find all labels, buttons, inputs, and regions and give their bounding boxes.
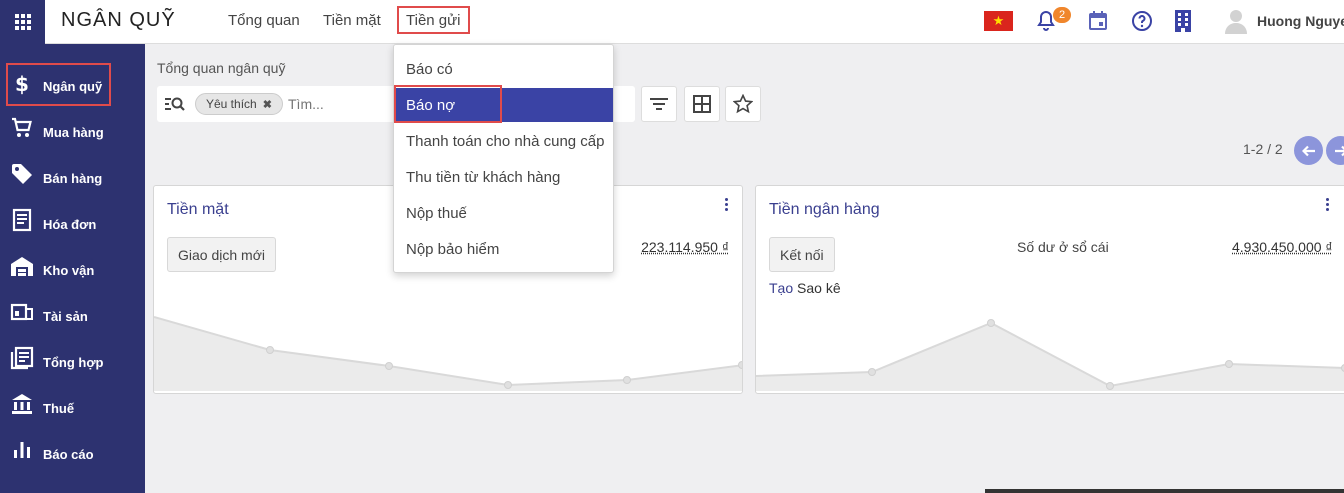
- asset-icon: [10, 300, 34, 324]
- facet-label: Yêu thích: [206, 97, 257, 111]
- dropdown-item-thanh-toan-ncc[interactable]: Thanh toán cho nhà cung cấp: [394, 124, 613, 158]
- card-title[interactable]: Tiền ngân hàng: [769, 201, 880, 219]
- user-name[interactable]: Huong Nguyen: [1257, 13, 1344, 29]
- create-statement: Tạo Sao kê: [769, 280, 841, 296]
- sidebar-item-kho-van[interactable]: Kho vận: [0, 250, 145, 290]
- chart-icon: [10, 438, 34, 462]
- sidebar-item-label: Hóa đơn: [43, 217, 96, 232]
- cart-icon: [10, 116, 34, 140]
- sidebar-item-tong-hop[interactable]: Tổng hợp: [0, 342, 145, 382]
- group-by-button[interactable]: [684, 86, 720, 122]
- create-statement-link[interactable]: Tạo: [769, 280, 793, 296]
- sidebar-item-label: Thuế: [43, 401, 74, 416]
- company-building-icon[interactable]: [1171, 9, 1195, 33]
- grid-icon: [692, 94, 712, 114]
- ledger-icon: [10, 346, 34, 370]
- apps-grid-icon: [15, 14, 31, 30]
- favorite-filter-facet: Yêu thích ✖: [195, 93, 283, 115]
- filter-icon: [649, 96, 669, 112]
- dropdown-item-thu-tien-kh[interactable]: Thu tiền từ khách hàng: [394, 160, 613, 194]
- pager-previous-button[interactable]: [1294, 136, 1323, 165]
- flag-star-icon: ★: [993, 13, 1005, 29]
- tag-icon: [10, 162, 34, 186]
- sidebar-item-mua-hang[interactable]: Mua hàng: [0, 112, 145, 152]
- arrow-right-icon: [1334, 144, 1344, 158]
- top-navbar: NGÂN QUỸ Tổng quan Tiền mặt Tiền gửi ★ 2…: [0, 0, 1344, 44]
- menu-tong-quan[interactable]: Tổng quan: [228, 12, 300, 29]
- favorites-button[interactable]: [725, 86, 761, 122]
- search-input[interactable]: [288, 93, 388, 115]
- sidebar-item-tai-san[interactable]: Tài sản: [0, 296, 145, 336]
- help-icon[interactable]: [1130, 9, 1154, 33]
- connect-button[interactable]: Kết nối: [769, 237, 835, 272]
- bottom-bar: [985, 489, 1344, 493]
- warehouse-icon: [10, 254, 34, 278]
- star-icon: [733, 94, 753, 114]
- arrow-left-icon: [1302, 144, 1316, 158]
- sidebar: $ Ngân quỹ Mua hàng Bán hàng Hóa đơn Kho…: [0, 44, 145, 493]
- sidebar-item-label: Mua hàng: [43, 125, 104, 140]
- app-title: NGÂN QUỸ: [61, 9, 176, 32]
- sidebar-item-label: Tổng hợp: [43, 355, 104, 370]
- search-options-icon[interactable]: [165, 95, 185, 113]
- menu-tien-mat[interactable]: Tiền mặt: [323, 12, 381, 29]
- sidebar-item-hoa-don[interactable]: Hóa đơn: [0, 204, 145, 244]
- sidebar-item-ban-hang[interactable]: Bán hàng: [0, 158, 145, 198]
- tien-gui-dropdown-menu: Báo có Báo nợ Thanh toán cho nhà cung cấ…: [393, 44, 614, 273]
- kebab-menu-icon[interactable]: [721, 198, 731, 212]
- dropdown-item-nop-bao-hiem[interactable]: Nộp bảo hiểm: [394, 232, 613, 266]
- sidebar-item-label: Kho vận: [43, 263, 94, 278]
- user-avatar-icon[interactable]: [1224, 8, 1248, 34]
- bank-journal-card: Tiền ngân hàng Kết nối Số dư ở sổ cái 4.…: [755, 185, 1344, 394]
- cash-balance-amount[interactable]: 223.114.950 ₫: [641, 239, 729, 255]
- vietnam-flag-icon[interactable]: ★: [984, 11, 1013, 31]
- sidebar-item-label: Báo cáo: [43, 447, 94, 462]
- new-transaction-button[interactable]: Giao dịch mới: [167, 237, 276, 272]
- sidebar-item-bao-cao[interactable]: Báo cáo: [0, 434, 145, 474]
- bank-balance-amount[interactable]: 4.930.450.000 ₫: [1232, 239, 1333, 255]
- ledger-balance-label: Số dư ở sổ cái: [1017, 239, 1109, 255]
- close-icon[interactable]: ✖: [263, 98, 272, 111]
- active-item-highlight: [6, 63, 111, 106]
- invoice-icon: [10, 208, 34, 232]
- pager-value: 1-2 / 2: [1243, 141, 1283, 157]
- statement-text: Sao kê: [793, 280, 840, 296]
- sidebar-item-label: Bán hàng: [43, 171, 102, 186]
- kebab-menu-icon[interactable]: [1322, 198, 1332, 212]
- dropdown-item-nop-thue[interactable]: Nộp thuế: [394, 196, 613, 230]
- menu-tien-gui[interactable]: Tiền gửi: [397, 6, 470, 34]
- sidebar-item-label: Tài sản: [43, 309, 88, 324]
- card-title[interactable]: Tiền mặt: [167, 201, 229, 219]
- dropdown-item-bao-co[interactable]: Báo có: [394, 52, 613, 86]
- pager-next-button[interactable]: [1326, 136, 1344, 165]
- bank-icon: [10, 392, 34, 416]
- sidebar-item-thue[interactable]: Thuế: [0, 388, 145, 428]
- calendar-icon[interactable]: [1086, 9, 1110, 33]
- active-item-highlight: [394, 85, 502, 123]
- notification-count-badge: 2: [1053, 7, 1071, 23]
- filter-button[interactable]: [641, 86, 677, 122]
- apps-menu-button[interactable]: [0, 0, 45, 44]
- breadcrumb: Tổng quan ngân quỹ: [157, 60, 285, 76]
